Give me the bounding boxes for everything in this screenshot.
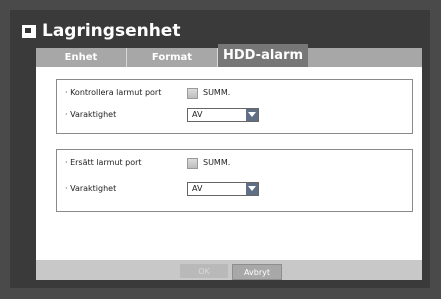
check-duration-select[interactable]: AV bbox=[187, 108, 259, 122]
check-port-label: · Kontrollera larmut port bbox=[65, 88, 162, 97]
chevron-down-icon[interactable] bbox=[246, 109, 258, 121]
content-area: · Kontrollera larmut port SUMM. · Varakt… bbox=[36, 67, 422, 260]
check-port-summ-label: SUMM. bbox=[203, 88, 231, 97]
replace-port-label: · Ersätt larmut port bbox=[65, 158, 142, 167]
storage-icon bbox=[22, 24, 36, 38]
tab-bar-filler bbox=[308, 48, 422, 67]
alarm-panel-check: · Kontrollera larmut port SUMM. · Varakt… bbox=[56, 79, 413, 134]
replace-port-summ-label: SUMM. bbox=[203, 158, 231, 167]
alarm-panel-replace: · Ersätt larmut port SUMM. · Varaktighet… bbox=[56, 149, 413, 212]
cancel-button[interactable]: Avbryt bbox=[232, 264, 282, 280]
replace-port-summ-checkbox[interactable] bbox=[187, 158, 198, 169]
tab-hdd-alarm[interactable]: HDD-alarm bbox=[218, 44, 308, 67]
tab-enhet[interactable]: Enhet bbox=[36, 48, 126, 67]
title-bar: Lagringsenhet bbox=[18, 18, 422, 44]
check-duration-label: · Varaktighet bbox=[65, 110, 117, 119]
tab-format[interactable]: Format bbox=[127, 48, 217, 67]
dialog-title: Lagringsenhet bbox=[42, 21, 181, 41]
replace-duration-label: · Varaktighet bbox=[65, 184, 117, 193]
check-port-summ-checkbox[interactable] bbox=[187, 88, 198, 99]
check-duration-value: AV bbox=[192, 110, 203, 119]
replace-duration-value: AV bbox=[192, 184, 203, 193]
chevron-down-icon[interactable] bbox=[246, 183, 258, 195]
button-bar: OK Avbryt bbox=[36, 260, 422, 280]
ok-button[interactable]: OK bbox=[180, 264, 228, 278]
replace-duration-select[interactable]: AV bbox=[187, 182, 259, 196]
